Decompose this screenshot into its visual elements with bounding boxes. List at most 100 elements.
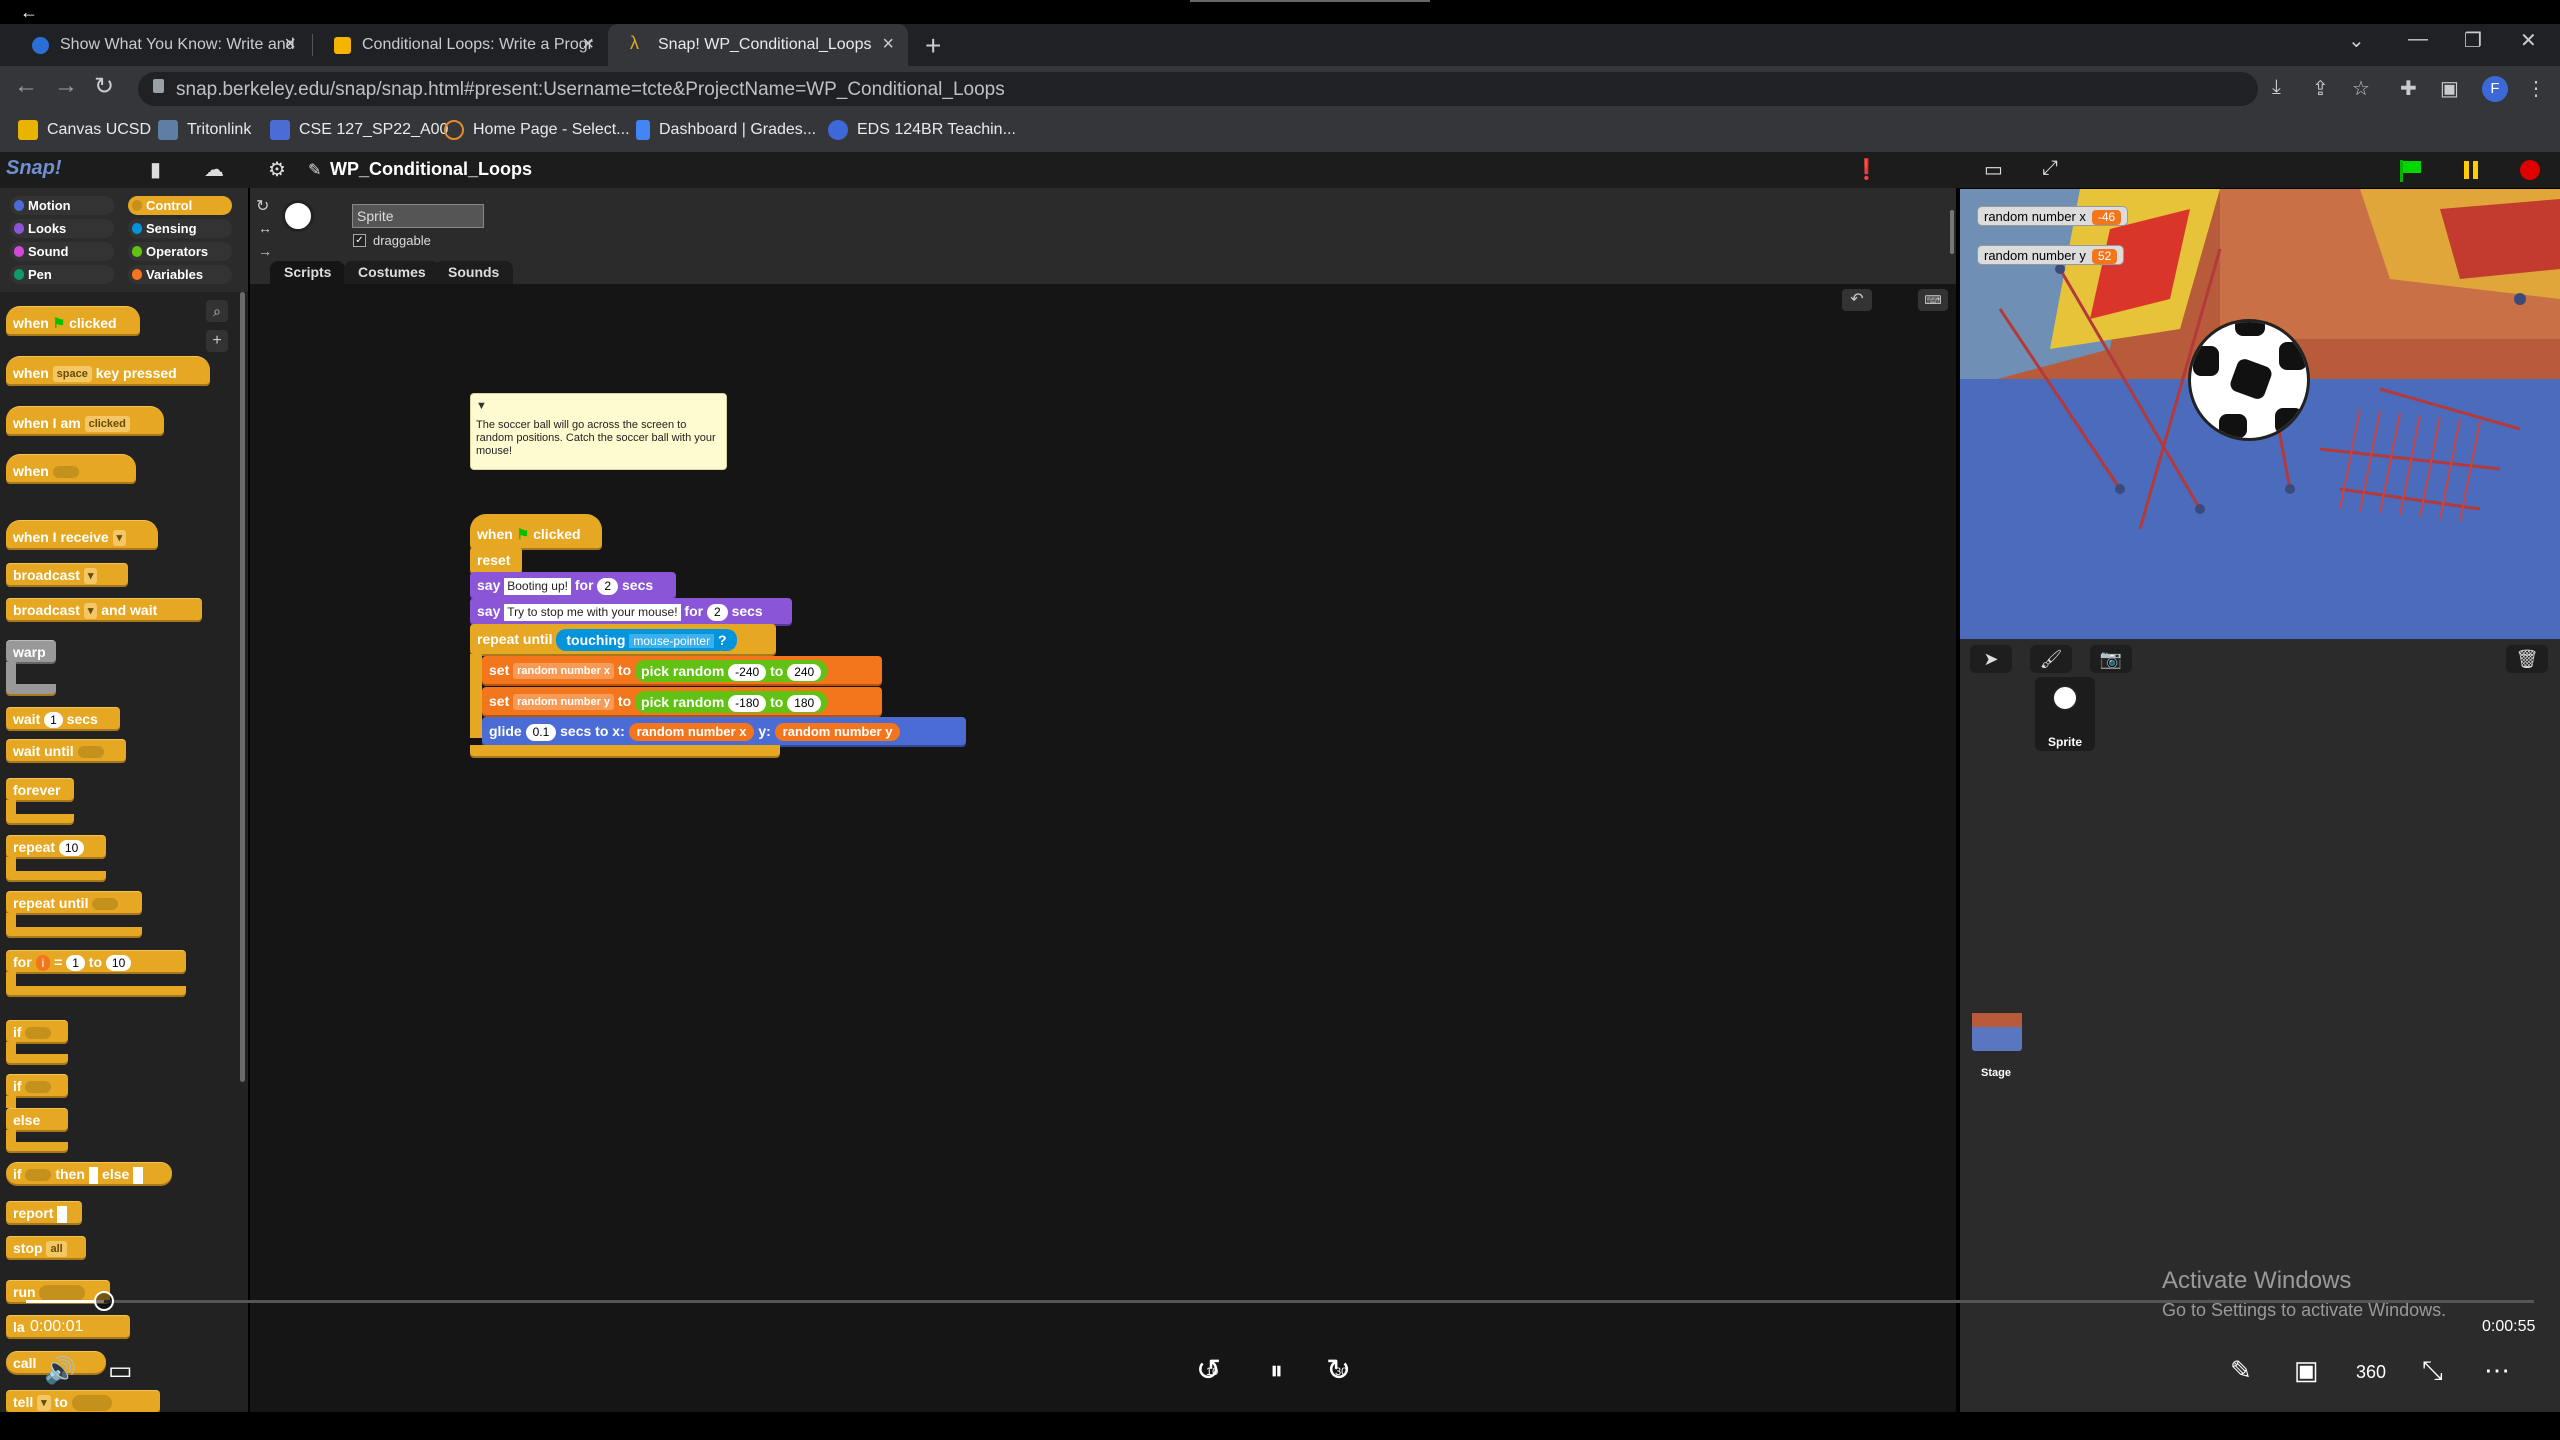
green-flag-cloth[interactable]: [2403, 161, 2421, 173]
profile-avatar[interactable]: F: [2482, 76, 2508, 102]
number-slot[interactable]: 1: [66, 955, 85, 972]
touching-predicate[interactable]: touching mouse-pointer ?: [556, 629, 737, 652]
settings-gear-icon[interactable]: ⚙: [268, 157, 286, 182]
close-tab-icon[interactable]: ×: [882, 33, 894, 56]
share-icon[interactable]: ⇪: [2312, 76, 2329, 101]
palette-warp[interactable]: warp: [6, 640, 56, 662]
palette-broadcast[interactable]: broadcast ▾: [6, 563, 128, 585]
camera-icon[interactable]: 📷: [2090, 645, 2132, 673]
min-input[interactable]: -240: [728, 664, 767, 682]
draggable-checkbox[interactable]: ✓: [353, 234, 366, 247]
glide-block[interactable]: glide 0.1 secs to x: random number x y: …: [482, 717, 966, 745]
tab-show-what-you-know[interactable]: Show What You Know: Write and ×: [10, 24, 310, 66]
boolean-slot[interactable]: [25, 1027, 52, 1040]
pick-random-reporter[interactable]: pick random -180 to 180: [635, 691, 828, 714]
ring-slot[interactable]: [39, 1285, 86, 1302]
palette-forever[interactable]: forever: [6, 778, 74, 800]
boolean-slot[interactable]: [25, 1169, 52, 1182]
boolean-slot[interactable]: [77, 746, 104, 759]
minimize-icon[interactable]: —: [2408, 28, 2428, 51]
category-variables[interactable]: Variables: [128, 265, 232, 284]
paint-new-sprite-icon[interactable]: 🖌: [2030, 645, 2072, 673]
category-sound[interactable]: Sound: [10, 242, 114, 261]
360-view-icon[interactable]: 360: [2356, 1362, 2386, 1383]
palette-repeat[interactable]: repeat 10: [6, 835, 106, 857]
pause-video-icon[interactable]: ⏸: [1270, 1355, 1283, 1387]
number-slot[interactable]: 10: [105, 955, 132, 972]
variable-dropdown[interactable]: random number x: [513, 663, 615, 680]
boolean-slot[interactable]: [52, 466, 79, 479]
new-turtle-sprite-icon[interactable]: ➤: [1970, 645, 2012, 673]
boolean-slot[interactable]: [92, 898, 119, 911]
palette-if-else[interactable]: if: [6, 1074, 68, 1096]
new-tab-icon[interactable]: +: [925, 30, 941, 62]
stop-icon[interactable]: [2520, 160, 2540, 180]
category-looks[interactable]: Looks: [10, 219, 114, 238]
category-control[interactable]: Control: [128, 196, 232, 215]
secs-input[interactable]: 2: [597, 577, 619, 595]
make-block-icon[interactable]: +: [206, 330, 228, 352]
palette-report[interactable]: report: [6, 1201, 82, 1223]
rotate-full-icon[interactable]: ↻: [256, 196, 269, 216]
palette-wait-secs[interactable]: wait 1 secs: [6, 707, 120, 729]
bookmark-cse127[interactable]: CSE 127_SP22_A00: [270, 120, 448, 140]
random-x-reporter[interactable]: random number x: [628, 723, 755, 742]
pause-icon-bar[interactable]: [2473, 161, 2478, 179]
palette-when-key-pressed[interactable]: when space key pressed: [6, 356, 210, 384]
number-slot[interactable]: 10: [58, 840, 85, 857]
keyboard-entry-icon[interactable]: ⌨: [1918, 289, 1948, 311]
presentation-mode-icon[interactable]: ⤢: [2042, 157, 2058, 180]
scripts-scrollbar[interactable]: [1950, 210, 1954, 254]
file-icon[interactable]: ▮: [150, 157, 161, 182]
category-pen[interactable]: Pen: [10, 265, 114, 284]
stage[interactable]: random number x -46 random number y 52: [1960, 189, 2560, 639]
touching-dropdown[interactable]: mouse-pointer: [629, 634, 715, 649]
tab-costumes[interactable]: Costumes: [344, 261, 440, 284]
palette-when-condition[interactable]: when: [6, 454, 136, 482]
message-dropdown[interactable]: ▾: [112, 530, 127, 547]
snap-logo[interactable]: Snap!: [6, 157, 64, 183]
bookmark-tritonlink[interactable]: Tritonlink: [158, 120, 251, 140]
boolean-slot[interactable]: [25, 1081, 52, 1094]
tab-conditional-loops[interactable]: Conditional Loops: Write a Progr ×: [312, 24, 608, 66]
search-blocks-icon[interactable]: ⌕: [206, 300, 228, 322]
palette-tell[interactable]: tell ▾ to: [6, 1390, 160, 1412]
menu-icon[interactable]: ⋮: [2526, 76, 2546, 101]
sprite-name-input[interactable]: Sprite: [352, 204, 484, 228]
ring-slot[interactable]: [71, 1395, 112, 1412]
palette-for-loop[interactable]: for i = 1 to 10: [6, 950, 186, 972]
secs-input[interactable]: 2: [706, 603, 728, 621]
pause-icon[interactable]: [2464, 161, 2469, 179]
palette-if[interactable]: if: [6, 1020, 68, 1042]
annotate-pencil-icon[interactable]: ✎: [2230, 1355, 2252, 1386]
palette-stop[interactable]: stop all: [6, 1236, 86, 1258]
palette-wait-until[interactable]: wait until: [6, 739, 126, 761]
category-sensing[interactable]: Sensing: [128, 219, 232, 238]
palette-when-flag-clicked[interactable]: when ⚑ clicked: [6, 306, 140, 334]
message-dropdown[interactable]: ▾: [83, 568, 98, 585]
message-dropdown[interactable]: ▾: [83, 603, 98, 620]
category-operators[interactable]: Operators: [128, 242, 232, 261]
bookmark-home-page[interactable]: Home Page - Select...: [444, 120, 630, 140]
watcher-random-number-y[interactable]: random number y 52: [1977, 245, 2125, 265]
captions-icon[interactable]: ▭: [108, 1355, 133, 1386]
watcher-random-number-x[interactable]: random number x -46: [1977, 206, 2129, 226]
forward-30-button[interactable]: ↻ 30: [1326, 1354, 1366, 1391]
forward-icon[interactable]: →: [54, 72, 78, 100]
palette-repeat-until[interactable]: repeat until: [6, 891, 142, 913]
exit-fullscreen-icon[interactable]: ⤡: [2422, 1355, 2443, 1387]
close-tab-icon[interactable]: ×: [284, 33, 296, 56]
soccer-ball-sprite[interactable]: [2188, 319, 2310, 441]
rotate-none-icon[interactable]: →: [258, 243, 272, 259]
glide-secs-input[interactable]: 0.1: [525, 723, 557, 741]
tab-scripts[interactable]: Scripts: [270, 261, 346, 284]
reload-icon[interactable]: ↻: [94, 72, 114, 101]
say-booting-block[interactable]: say Booting up! for 2 secs: [470, 572, 676, 598]
trash-icon[interactable]: 🗑: [2506, 645, 2548, 673]
set-random-x-block[interactable]: set random number x to pick random -240 …: [482, 656, 882, 684]
set-random-y-block[interactable]: set random number y to pick random -180 …: [482, 687, 882, 715]
max-input[interactable]: 240: [787, 664, 822, 682]
interaction-dropdown[interactable]: clicked: [84, 416, 130, 433]
tab-sounds[interactable]: Sounds: [434, 261, 514, 284]
video-progress-track[interactable]: [26, 1300, 2534, 1303]
